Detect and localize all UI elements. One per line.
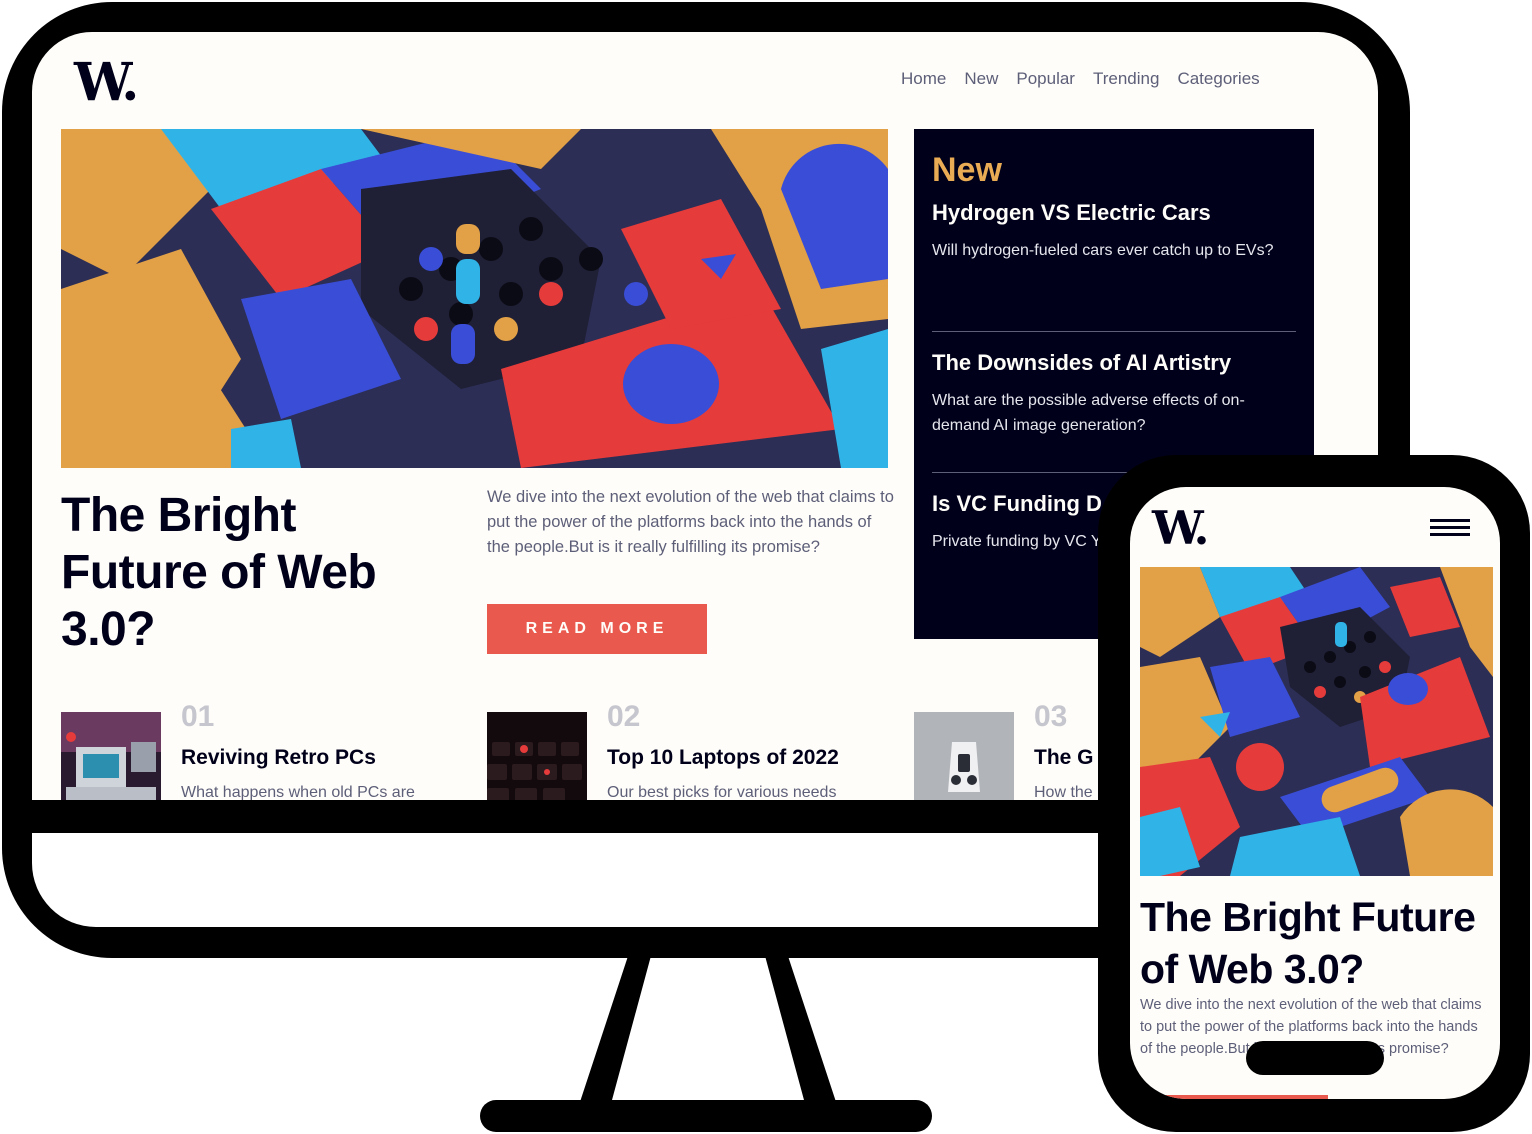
game-controller-thumbnail[interactable] bbox=[914, 712, 1014, 800]
retro-pc-thumbnail[interactable] bbox=[61, 712, 161, 800]
new-item-summary: What are the possible adverse effects of… bbox=[932, 392, 1245, 434]
nav-item-new[interactable]: New bbox=[964, 69, 998, 89]
mobile-hero-title: The Bright Future of Web 3.0? bbox=[1140, 894, 1476, 992]
hero-image bbox=[61, 129, 888, 468]
article-card[interactable]: 02 Top 10 Laptops of 2022 Our best picks… bbox=[487, 700, 887, 800]
mobile-logo[interactable]: W. bbox=[1152, 501, 1209, 555]
article-summary: What happens when old PCs are bbox=[181, 784, 415, 800]
article-summary: Our best picks for various needs bbox=[607, 784, 837, 800]
nav-item-home[interactable]: Home bbox=[901, 69, 946, 89]
nav-item-categories[interactable]: Categories bbox=[1177, 69, 1259, 89]
article-number: 02 bbox=[607, 700, 641, 733]
hero-title: The Bright Future of Web 3.0? bbox=[61, 489, 377, 656]
new-item[interactable]: Hydrogen VS Electric Cars Will hydrogen-… bbox=[932, 190, 1296, 331]
new-item-title[interactable]: Hydrogen VS Electric Cars bbox=[932, 200, 1296, 226]
site-logo[interactable]: W. bbox=[74, 52, 139, 113]
article-summary: How the bbox=[1034, 784, 1093, 800]
main-nav: Home New Popular Trending Categories bbox=[901, 69, 1260, 89]
new-item-title[interactable]: The Downsides of AI Artistry bbox=[932, 350, 1296, 376]
monitor-stand-base bbox=[480, 1100, 932, 1132]
nav-item-trending[interactable]: Trending bbox=[1093, 69, 1159, 89]
hero-description: We dive into the next evolution of the w… bbox=[487, 488, 894, 556]
article-title[interactable]: Reviving Retro PCs bbox=[181, 746, 376, 770]
new-item-summary: Will hydrogen-fueled cars ever catch up … bbox=[932, 242, 1274, 259]
article-number: 03 bbox=[1034, 700, 1068, 733]
mobile-screen: W. The Bright Future of Web 3.0? We dive… bbox=[1130, 487, 1500, 1099]
mobile-read-more-button[interactable] bbox=[1140, 1095, 1328, 1099]
new-item[interactable]: The Downsides of AI Artistry What are th… bbox=[932, 331, 1296, 472]
mobile-hero-image bbox=[1140, 567, 1493, 876]
phone-home-indicator bbox=[1246, 1041, 1384, 1075]
article-card[interactable]: 01 Reviving Retro PCs What happens when … bbox=[61, 700, 461, 800]
nav-item-popular[interactable]: Popular bbox=[1016, 69, 1075, 89]
article-title[interactable]: The G bbox=[1034, 746, 1094, 770]
hamburger-menu-icon[interactable] bbox=[1430, 519, 1470, 537]
article-title[interactable]: Top 10 Laptops of 2022 bbox=[607, 746, 839, 770]
article-number: 01 bbox=[181, 700, 215, 733]
new-panel-title: New bbox=[932, 151, 1002, 189]
mobile-device: W. The Bright Future of Web 3.0? We dive… bbox=[1098, 455, 1530, 1132]
read-more-button[interactable]: READ MORE bbox=[487, 604, 707, 654]
laptop-keyboard-thumbnail[interactable] bbox=[487, 712, 587, 800]
